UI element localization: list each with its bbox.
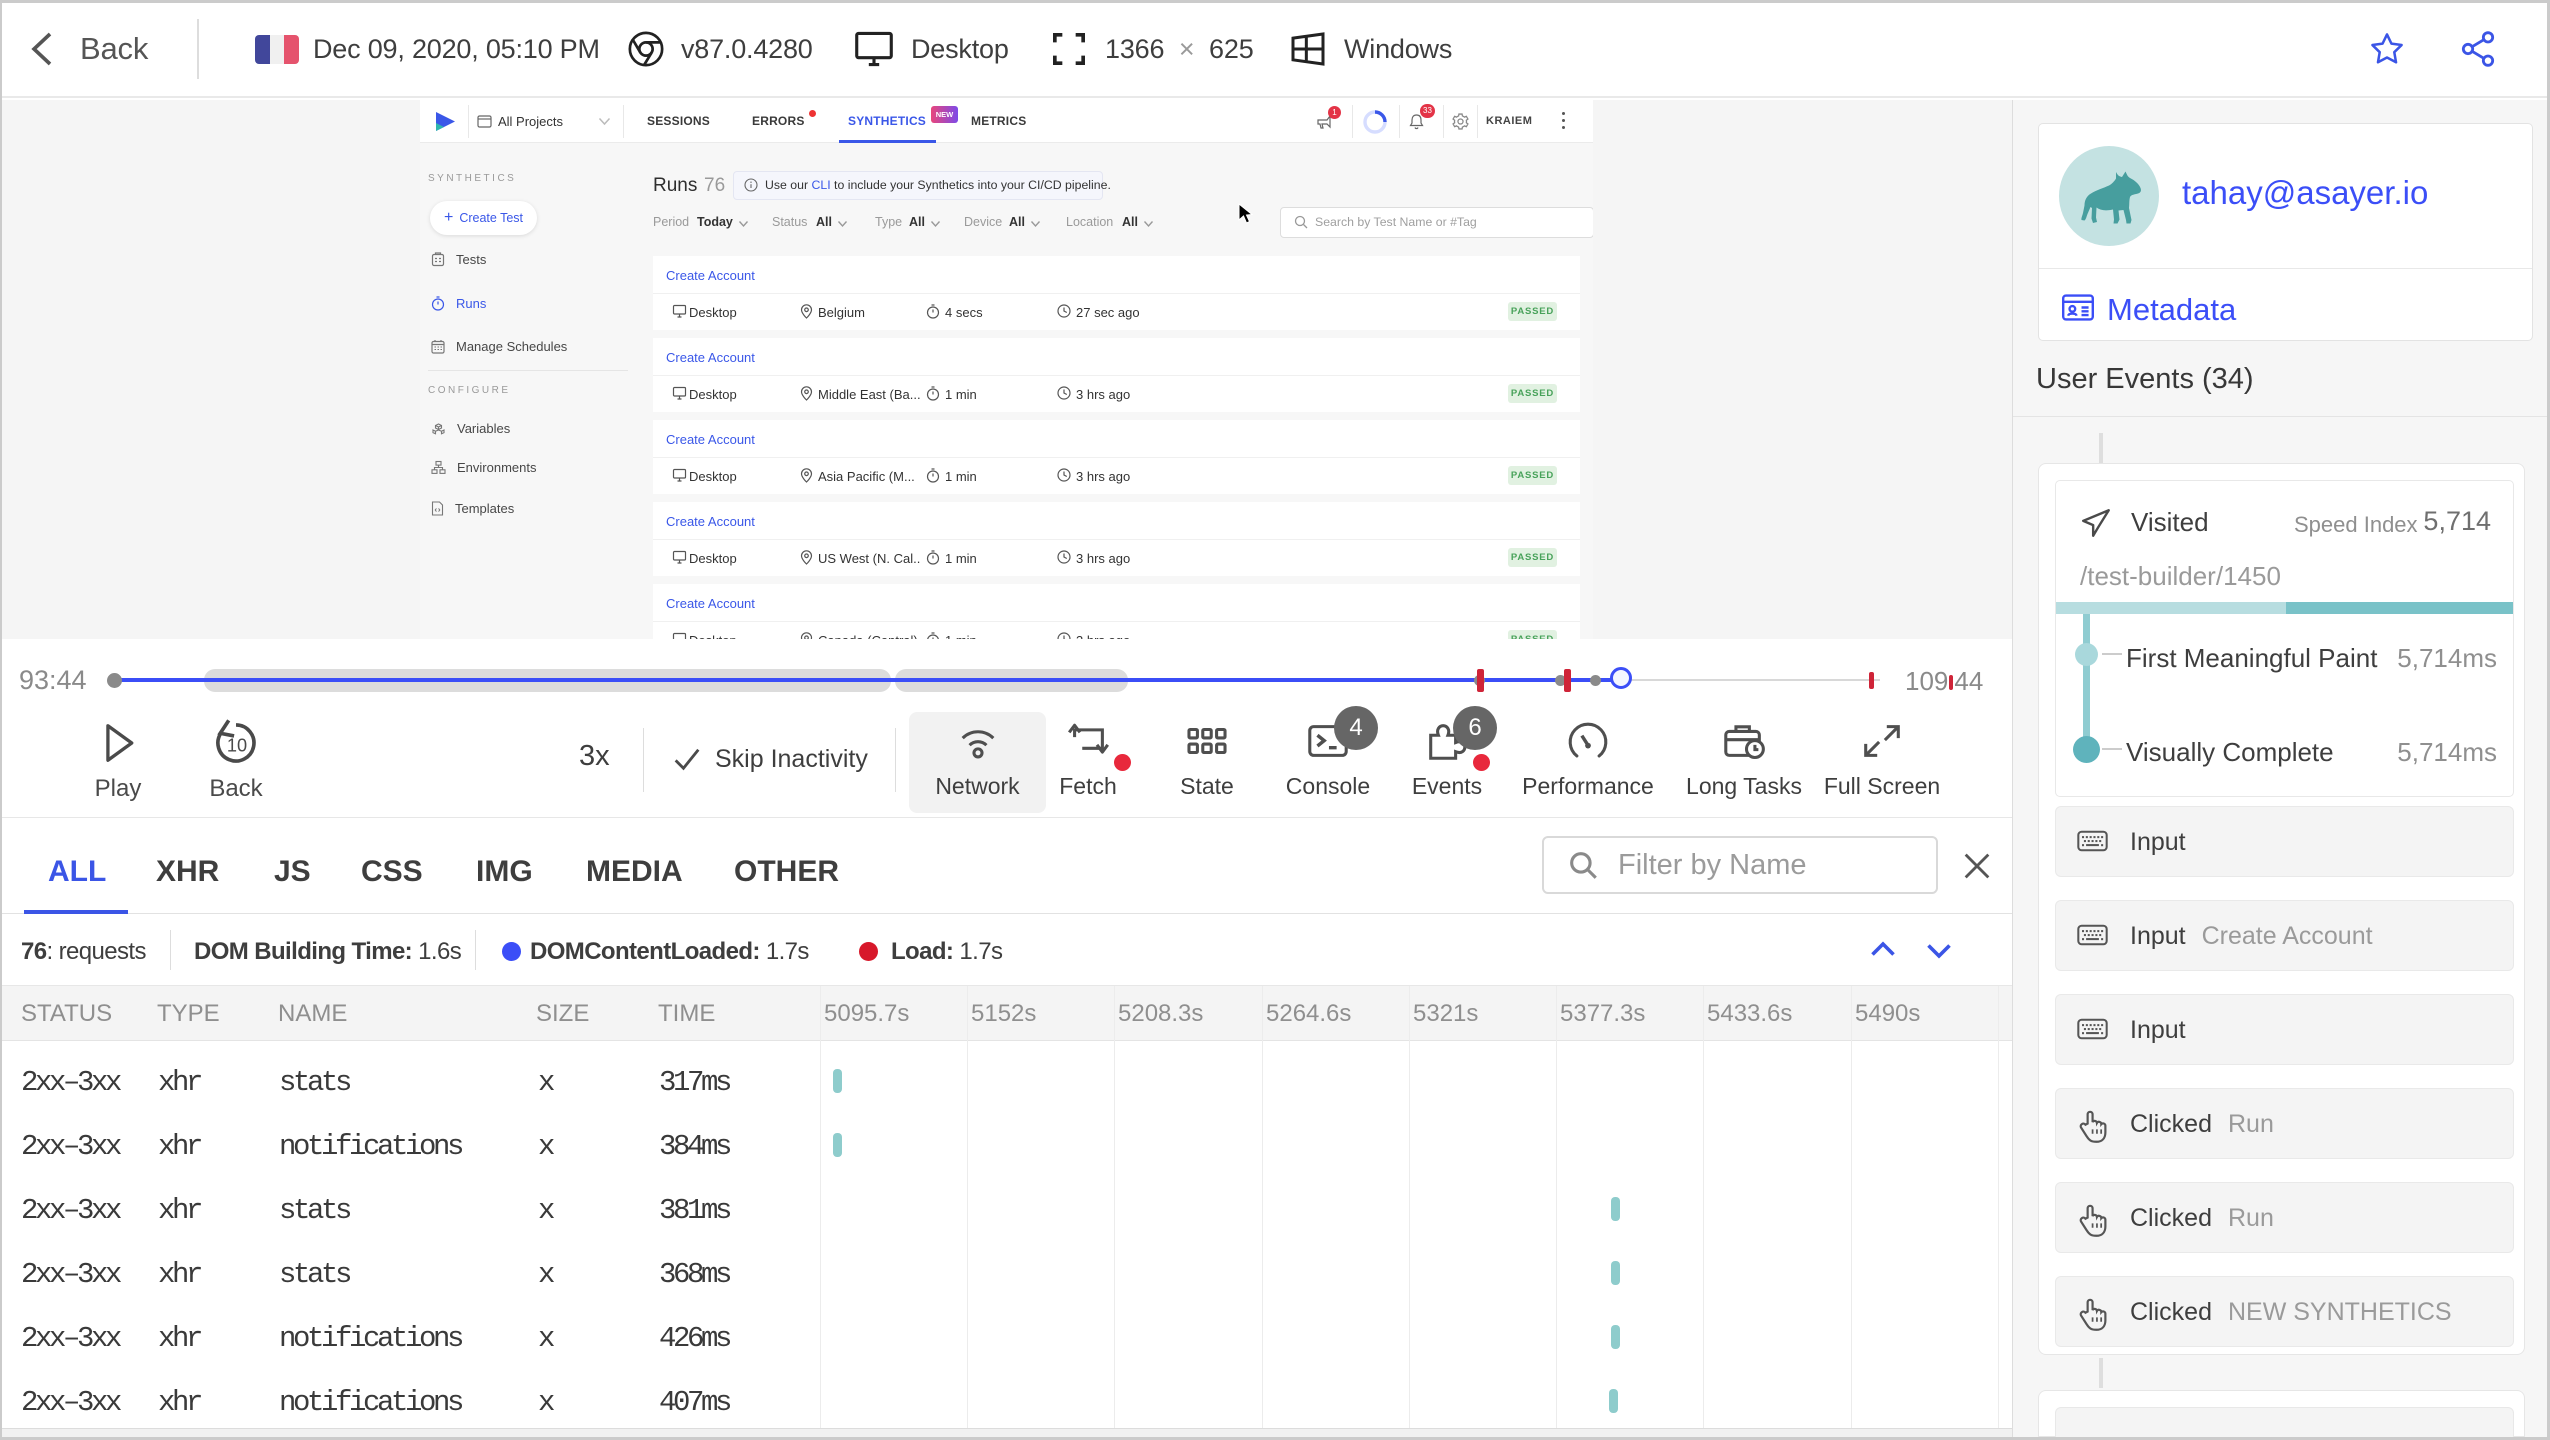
- svg-text:10: 10: [227, 736, 247, 756]
